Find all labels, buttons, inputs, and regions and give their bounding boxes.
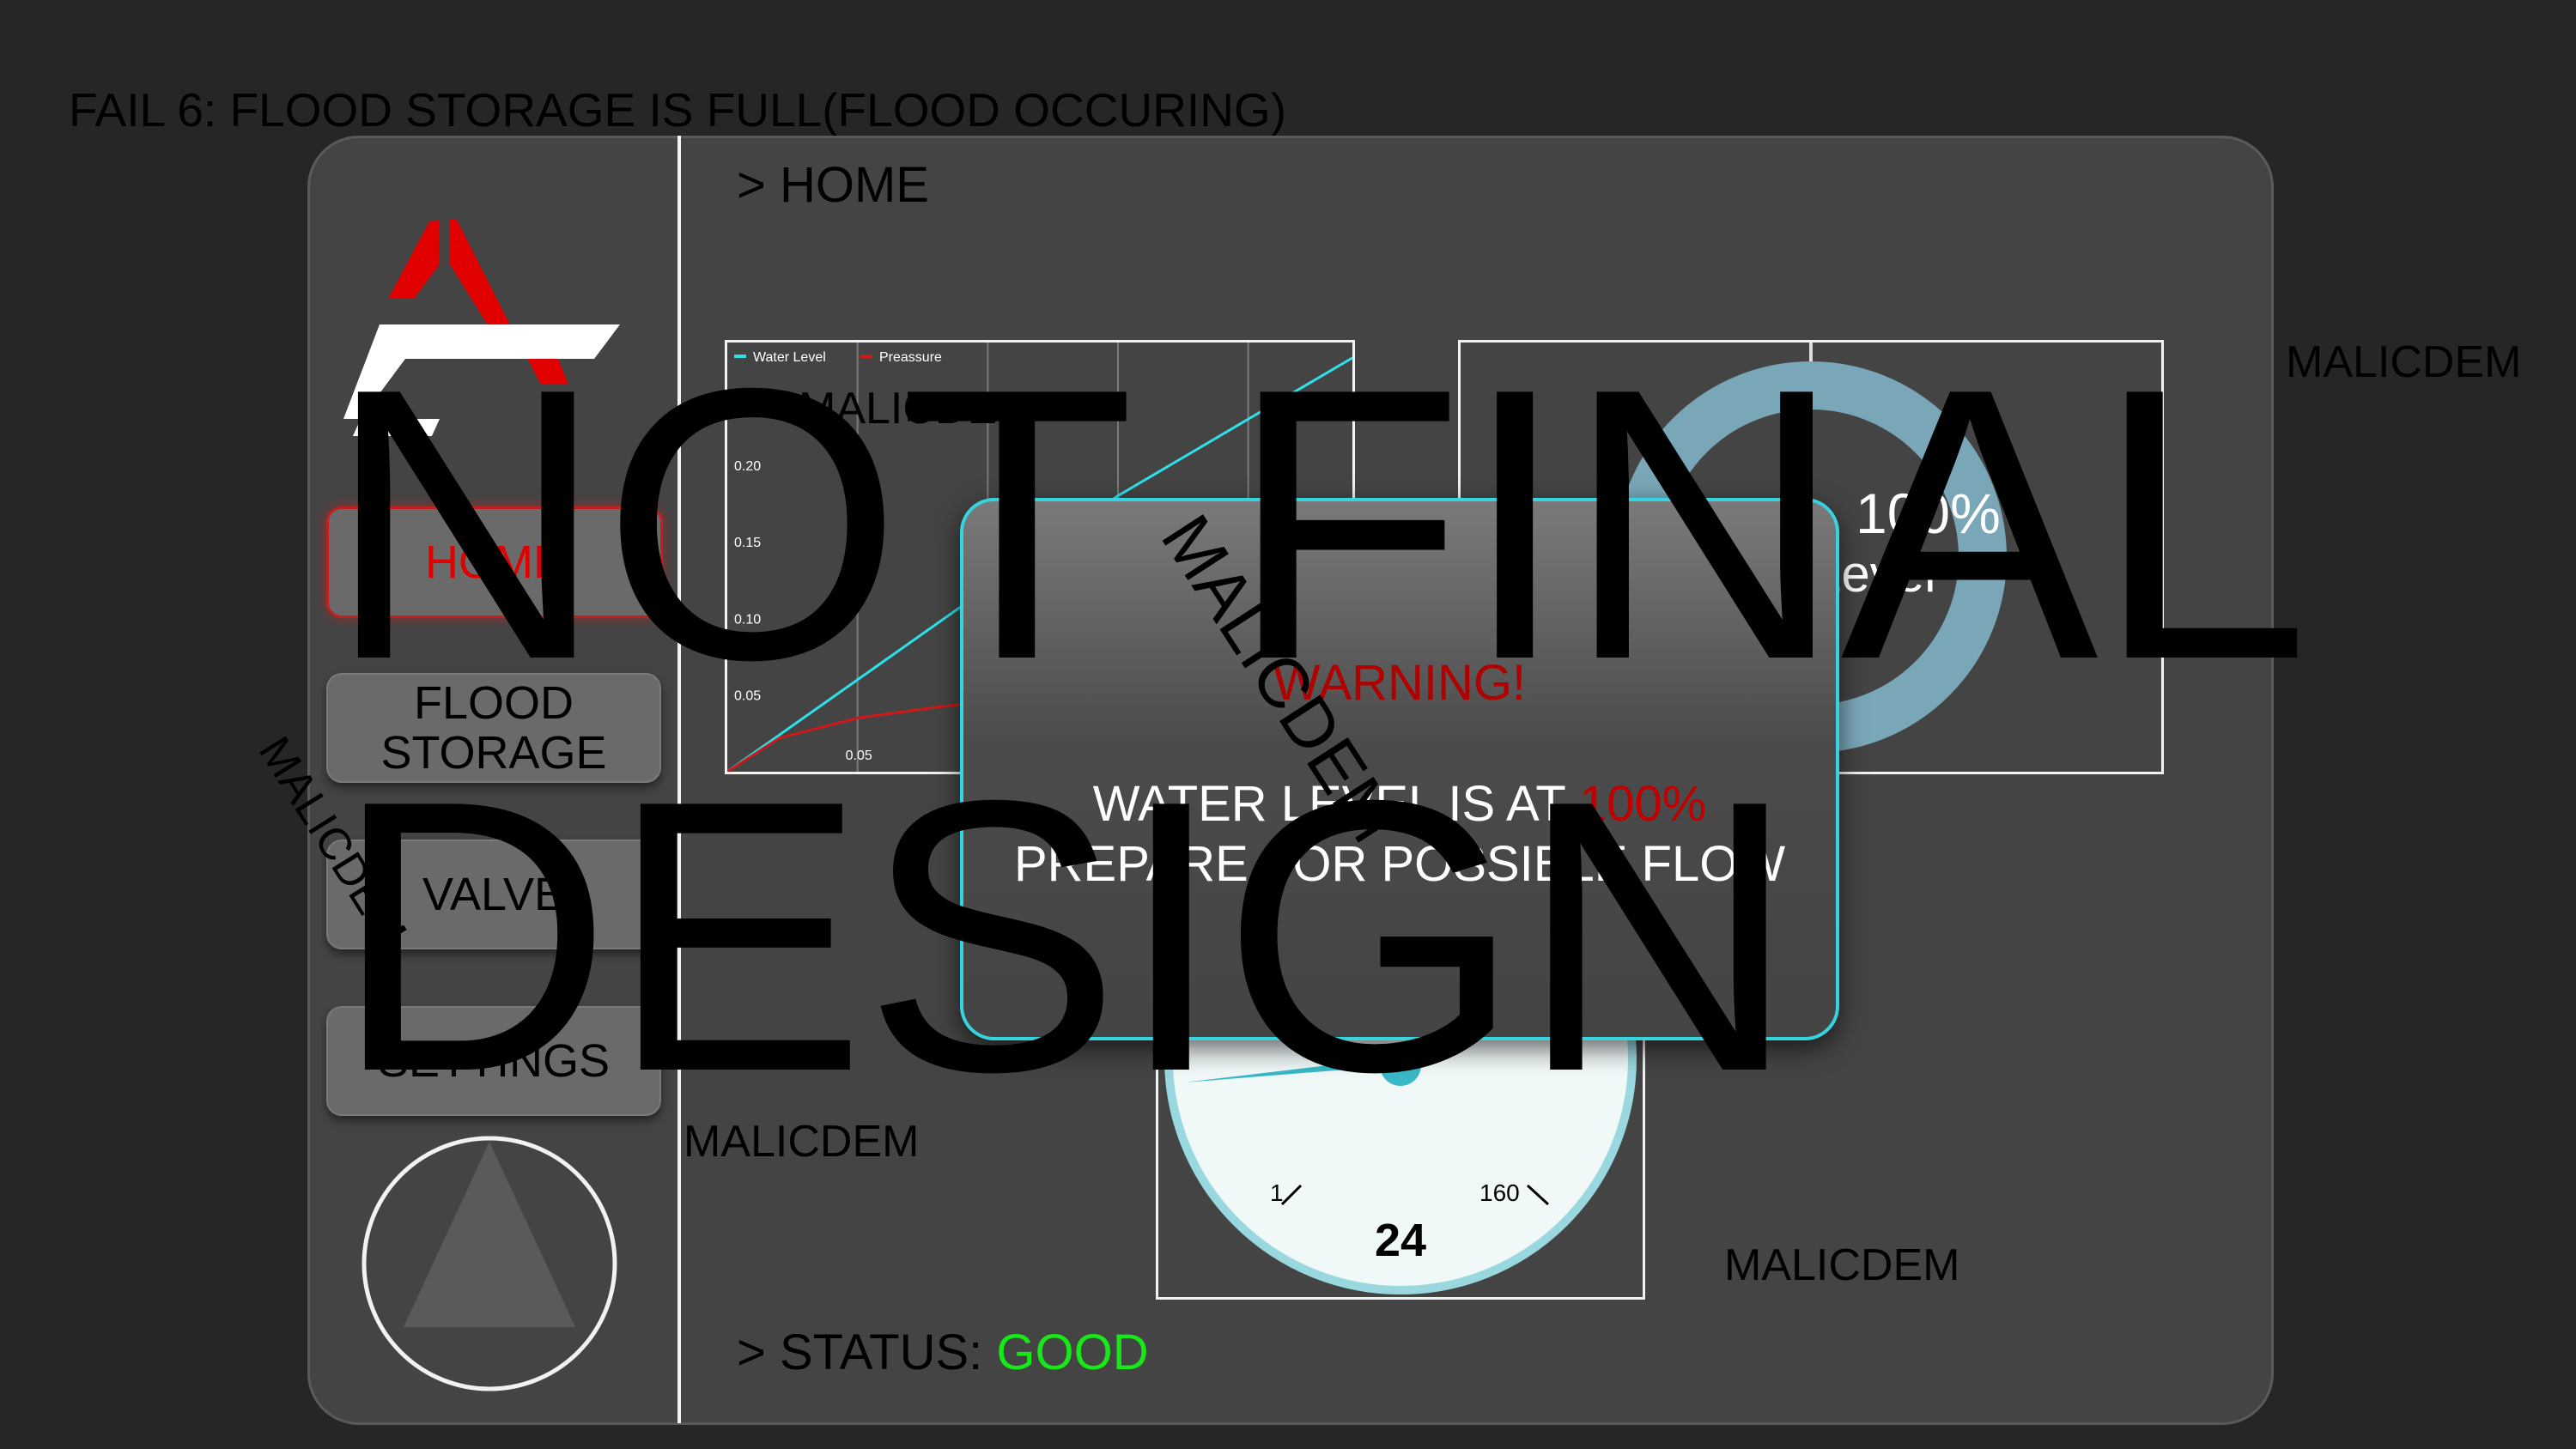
triangle-badge-icon xyxy=(361,1136,617,1391)
status-value: GOOD xyxy=(996,1325,1149,1380)
watermark-design: DESIGN xyxy=(333,721,1797,1152)
gauge-min-label: 1 xyxy=(1270,1179,1284,1206)
breadcrumb: > HOME xyxy=(737,157,929,213)
watermark-text: MALICDEM xyxy=(1724,1240,1960,1290)
gauge-max-label: 160 xyxy=(1479,1179,1520,1206)
watermark-not-final: NOT FINAL xyxy=(326,309,2310,740)
failure-caption: FAIL 6: FLOOD STORAGE IS FULL(FLOOD OCCU… xyxy=(69,83,1287,136)
status-line: > STATUS: GOOD xyxy=(737,1324,1149,1381)
status-prefix: > STATUS: xyxy=(737,1325,997,1380)
gauge-value: 24 xyxy=(1375,1215,1426,1266)
watermark-text: MALICDEM xyxy=(2286,337,2522,387)
